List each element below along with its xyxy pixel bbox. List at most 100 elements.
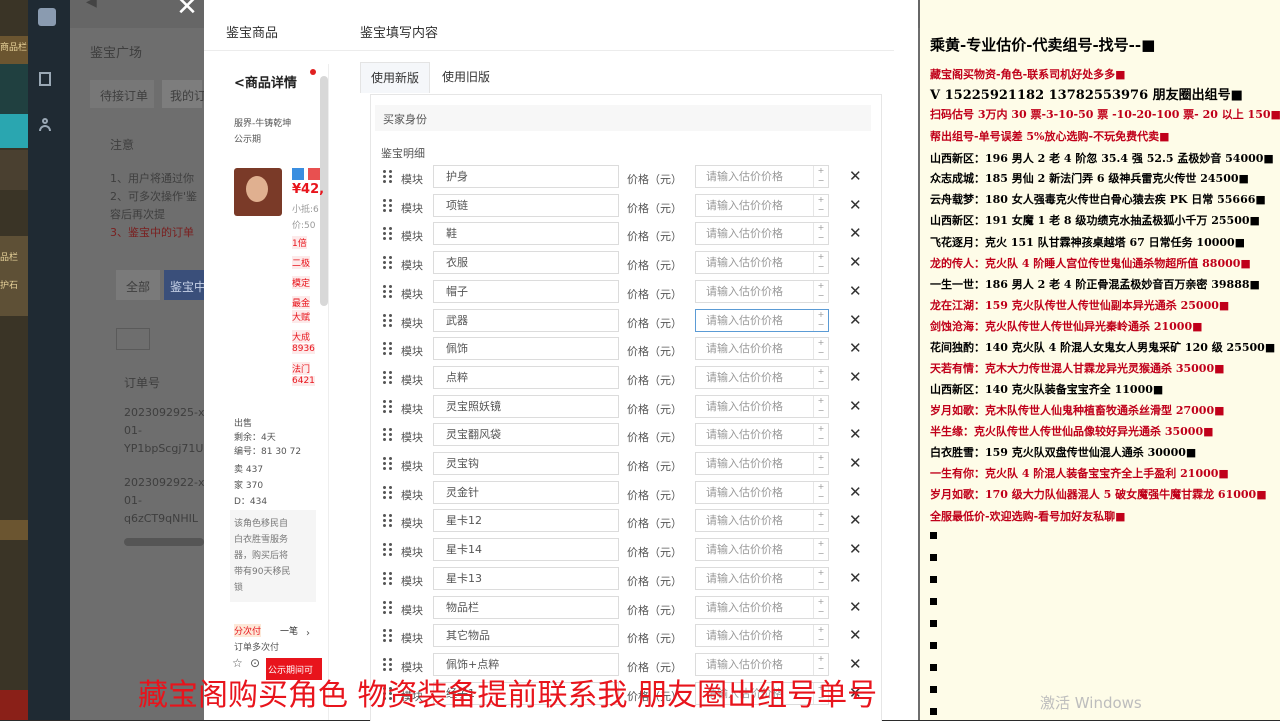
drag-handle-icon[interactable] [383, 428, 395, 442]
drag-handle-icon[interactable] [383, 227, 395, 241]
module-input[interactable]: 星卡14 [433, 538, 619, 562]
delete-row-icon[interactable]: ✕ [849, 483, 862, 501]
star-icon[interactable]: ☆ [232, 656, 243, 670]
delete-row-icon[interactable]: ✕ [849, 311, 862, 329]
price-stepper[interactable]: + − [813, 395, 828, 417]
drag-handle-icon[interactable] [383, 284, 395, 299]
price-stepper[interactable]: + − [813, 280, 828, 302]
price-stepper[interactable]: + − [813, 194, 828, 216]
price-stepper[interactable]: + − [813, 481, 828, 503]
module-input[interactable]: 其它物品 [433, 624, 619, 648]
price-stepper[interactable]: + − [813, 539, 828, 561]
module-input[interactable]: 武器 [433, 308, 619, 332]
price-input[interactable]: 请输入估价价格 + − [695, 308, 829, 332]
delete-row-icon[interactable]: ✕ [849, 569, 862, 587]
delete-row-icon[interactable]: ✕ [849, 253, 862, 271]
module-input[interactable]: 帽子 [433, 279, 619, 303]
price-stepper[interactable]: + − [813, 166, 828, 187]
price-stepper[interactable]: + − [813, 596, 828, 618]
price-stepper[interactable]: + − [813, 510, 828, 532]
tab-mine[interactable]: 我的订 [162, 80, 206, 108]
drag-handle-icon[interactable] [383, 571, 395, 586]
delete-row-icon[interactable]: ✕ [849, 167, 862, 185]
price-stepper[interactable]: + − [813, 625, 828, 647]
price-input[interactable]: 请输入估价价格 + − [695, 595, 829, 619]
delete-row-icon[interactable]: ✕ [849, 425, 862, 443]
module-input[interactable]: 灵金针 [433, 480, 619, 504]
drag-handle-icon[interactable] [383, 170, 395, 184]
tab-pending[interactable]: 待接订单 [90, 80, 154, 108]
delete-row-icon[interactable]: ✕ [849, 224, 862, 242]
app-logo[interactable] [38, 8, 56, 26]
module-input[interactable]: 灵宝照妖镜 [433, 394, 619, 418]
delete-row-icon[interactable]: ✕ [849, 196, 862, 214]
filter-selected[interactable]: 鉴宝中 [164, 270, 206, 300]
module-input[interactable]: 星卡13 [433, 566, 619, 590]
price-stepper[interactable]: + − [813, 366, 828, 388]
delete-row-icon[interactable]: ✕ [849, 368, 862, 386]
module-input[interactable]: 佩饰 [433, 337, 619, 361]
price-stepper[interactable]: + − [813, 252, 828, 274]
price-input[interactable]: 请输入估价价格 + − [695, 365, 829, 389]
drag-handle-icon[interactable] [383, 399, 395, 414]
delete-row-icon[interactable]: ✕ [849, 282, 862, 300]
module-input[interactable]: 鞋 [433, 222, 619, 246]
drag-handle-icon[interactable] [383, 370, 395, 385]
user-icon[interactable] [39, 118, 51, 132]
price-stepper[interactable]: + − [813, 424, 828, 446]
tab-new-version[interactable]: 使用新版 [360, 62, 431, 93]
price-stepper[interactable]: + − [813, 309, 828, 331]
module-input[interactable]: 灵宝钩 [433, 452, 619, 475]
drag-handle-icon[interactable] [383, 342, 395, 356]
price-input[interactable]: 请输入估价价格 + − [695, 423, 829, 447]
delete-row-icon[interactable]: ✕ [849, 454, 862, 472]
delete-row-icon[interactable]: ✕ [849, 511, 862, 529]
delete-row-icon[interactable]: ✕ [849, 598, 862, 616]
close-icon[interactable]: ✕ [172, 0, 202, 22]
price-input[interactable]: 请输入估价价格 + − [695, 394, 829, 418]
chevron-right-icon[interactable]: › [306, 628, 310, 639]
price-input[interactable]: 请输入估价价格 + − [695, 480, 829, 504]
filter-all[interactable]: 全部 [116, 270, 160, 300]
module-input[interactable]: 项链 [433, 193, 619, 217]
module-input[interactable]: 灵宝翻风袋 [433, 423, 619, 447]
module-input[interactable]: 护身 [433, 165, 619, 188]
price-input[interactable]: 请输入估价价格 + − [695, 165, 829, 188]
price-stepper[interactable]: + − [813, 567, 828, 589]
horizontal-scrollbar[interactable] [124, 538, 204, 546]
price-input[interactable]: 请输入估价价格 + − [695, 222, 829, 246]
tab-old-version[interactable]: 使用旧版 [432, 62, 501, 92]
price-input[interactable]: 请输入估价价格 + − [695, 452, 829, 475]
module-input[interactable]: 衣服 [433, 251, 619, 275]
drag-handle-icon[interactable] [383, 629, 395, 643]
drag-handle-icon[interactable] [383, 514, 395, 528]
price-input[interactable]: 请输入估价价格 + − [695, 566, 829, 590]
drag-handle-icon[interactable] [383, 600, 395, 615]
drag-handle-icon[interactable] [383, 543, 395, 557]
drag-handle-icon[interactable] [383, 198, 395, 213]
delete-row-icon[interactable]: ✕ [849, 339, 862, 357]
drag-handle-icon[interactable] [383, 485, 395, 500]
module-input[interactable]: 星卡12 [433, 509, 619, 533]
price-input[interactable]: 请输入估价价格 + − [695, 251, 829, 275]
module-input[interactable]: 点粹 [433, 365, 619, 389]
drag-handle-icon[interactable] [383, 313, 395, 328]
price-stepper[interactable]: + − [813, 338, 828, 360]
document-icon[interactable] [39, 72, 51, 86]
price-input[interactable]: 请输入估价价格 + − [695, 538, 829, 562]
price-stepper[interactable]: + − [813, 223, 828, 245]
delete-row-icon[interactable]: ✕ [849, 540, 862, 558]
price-input[interactable]: 请输入估价价格 + − [695, 337, 829, 361]
module-input[interactable]: 物品栏 [433, 595, 619, 619]
share-icon[interactable]: ⊙ [250, 656, 260, 670]
drag-handle-icon[interactable] [383, 457, 395, 471]
price-stepper[interactable]: + − [813, 453, 828, 474]
price-input[interactable]: 请输入估价价格 + − [695, 193, 829, 217]
price-input[interactable]: 请输入估价价格 + − [695, 624, 829, 648]
product-header[interactable]: <商品详情 [234, 72, 297, 91]
price-input[interactable]: 请输入估价价格 + − [695, 509, 829, 533]
view-toggle[interactable] [116, 328, 150, 350]
delete-row-icon[interactable]: ✕ [849, 397, 862, 415]
delete-row-icon[interactable]: ✕ [849, 626, 862, 644]
price-input[interactable]: 请输入估价价格 + − [695, 279, 829, 303]
